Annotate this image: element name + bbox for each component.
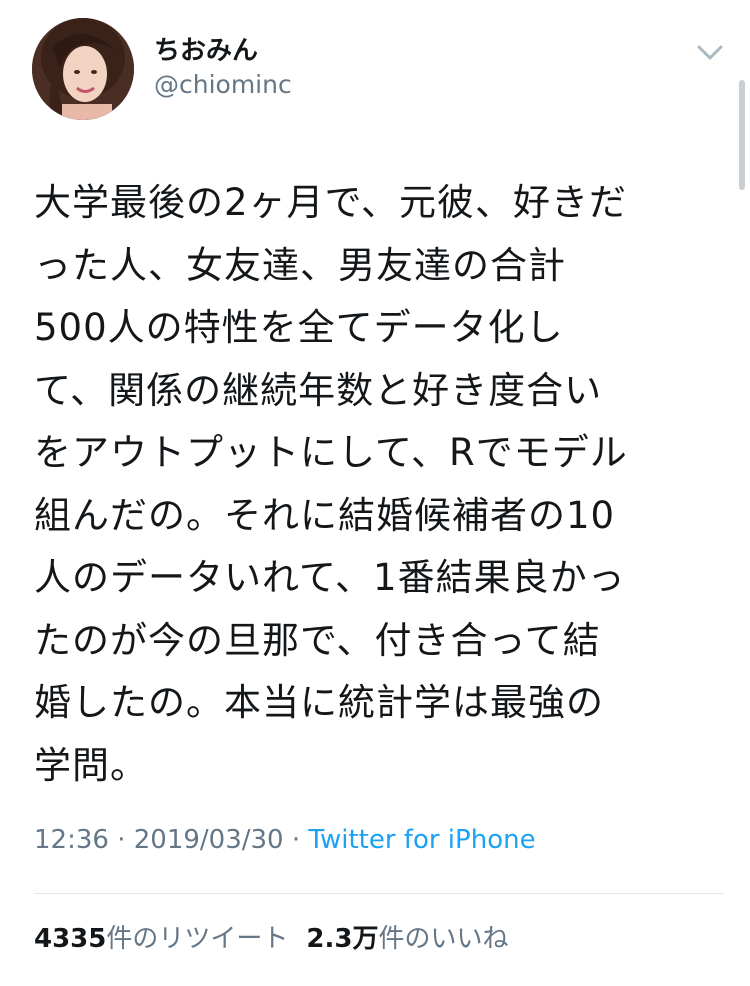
retweets-stat[interactable]: 4335件のリツイート <box>34 924 288 954</box>
chevron-down-icon[interactable] <box>690 36 730 70</box>
tweet-source-link[interactable]: Twitter for iPhone <box>308 825 535 855</box>
tweet-meta: 12:36 · 2019/03/30 · Twitter for iPhone <box>34 825 536 855</box>
tweet-line: った人、女友達、男友達の合計 <box>34 243 566 287</box>
user-handle[interactable]: @chiominc <box>154 70 292 99</box>
tweet-time[interactable]: 12:36 <box>34 825 109 855</box>
tweet-date[interactable]: 2019/03/30 <box>134 825 284 855</box>
meta-separator: · <box>117 825 126 855</box>
tweet-line: 500人の特性を全てデータ化し <box>34 306 564 349</box>
tweet-text: 大学最後の2ヶ月で、元彼、好きだ った人、女友達、男友達の合計 500人の特性を… <box>34 172 724 797</box>
tweet-header: ちおみん @chiominc <box>0 0 750 140</box>
likes-count: 2.3万 <box>306 924 379 954</box>
tweet-line: をアウトプットにして、Rでモデル <box>34 431 628 474</box>
tweet-line: 大学最後の2ヶ月で、元彼、好きだ <box>34 181 628 224</box>
retweets-label: 件のリツイート <box>106 924 289 954</box>
profile-photo <box>32 18 134 120</box>
tweet-line: 人のデータいれて、1番結果良かっ <box>34 556 626 599</box>
scrollbar[interactable] <box>739 80 745 190</box>
tweet-line: 学問。 <box>34 743 148 787</box>
meta-separator: · <box>291 825 301 855</box>
divider <box>34 893 724 894</box>
tweet-line: たのが今の旦那で、付き合って結 <box>34 618 601 662</box>
tweet-line: て、関係の継続年数と好き度合い <box>34 368 603 412</box>
tweet-line: 組んだの。それに結婚候補者の10 <box>34 493 616 537</box>
avatar[interactable] <box>32 18 134 120</box>
retweets-count: 4335 <box>34 924 107 954</box>
likes-stat[interactable]: 2.3万件のいいね <box>306 924 508 954</box>
likes-label: 件のいいね <box>378 924 509 954</box>
tweet-line: 婚したの。本当に統計学は最強の <box>34 681 604 724</box>
tweet-stats: 4335件のリツイート 2.3万件のいいね <box>34 918 508 955</box>
display-name[interactable]: ちおみん <box>154 30 258 67</box>
